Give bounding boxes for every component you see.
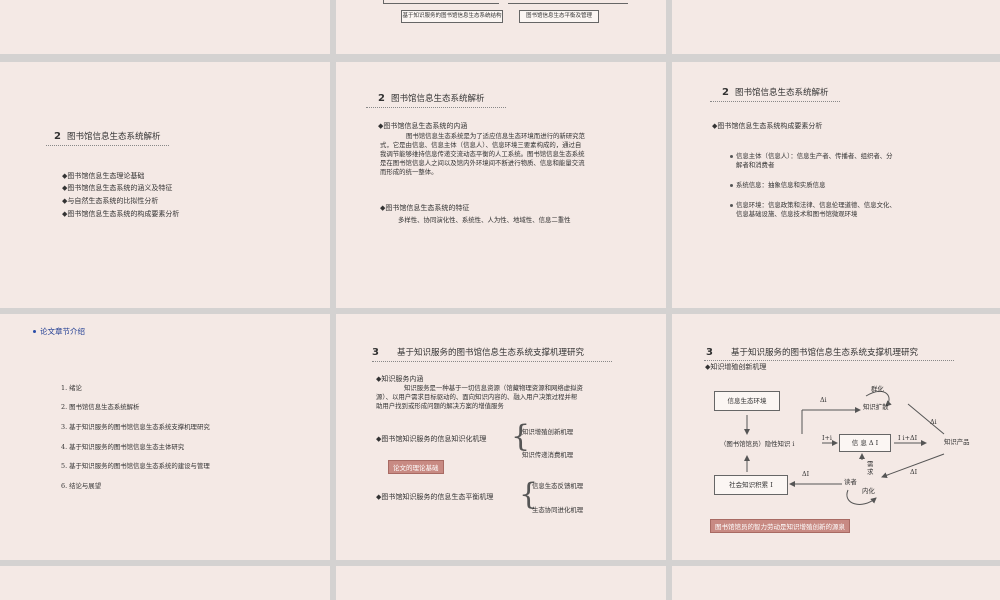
delta-i-right-label: Δi bbox=[930, 418, 937, 426]
features-text: 多样性、协同演化性、系统性、人为性、地域性、信息二重性 bbox=[398, 216, 571, 224]
delta-i-top-label: Δi bbox=[820, 396, 827, 404]
slide-bottom-left[interactable] bbox=[0, 566, 330, 600]
group2-label: ◆图书馆知识服务的信息生态平衡机理 bbox=[376, 493, 494, 501]
overview-item: ◆图书馆信息生态理论基础 bbox=[62, 172, 145, 180]
overview-item: ◆图书馆信息生态系统的涵义及特征 bbox=[62, 184, 173, 192]
balance-box: 图书馆信息生态平衡及管理 bbox=[519, 10, 599, 23]
slide-top-middle[interactable]: 基于知识服务的图书馆信息生态系统结构 图书馆信息生态平衡及管理 bbox=[336, 0, 666, 54]
chapter-item: 6. 结论与展望 bbox=[61, 482, 102, 490]
slide-title: 2 图书馆信息生态系统解析 bbox=[54, 131, 161, 142]
source-note: 图书馆馆员的智力劳动是知识增殖创新的源泉 bbox=[710, 519, 850, 533]
connector-line bbox=[383, 3, 499, 4]
slide-diagram[interactable]: 3 基于知识服务的图书馆信息生态系统支撑机理研究 ◆知识增殖创新机理 信息生态环境… bbox=[672, 314, 1000, 560]
bullet-dot bbox=[730, 155, 733, 158]
slide-top-right[interactable] bbox=[672, 0, 1000, 54]
info-env-box: 信息生态环境 bbox=[714, 391, 780, 411]
social-knowledge-box: 社会知识积累 I bbox=[714, 475, 788, 495]
title-underline bbox=[366, 107, 506, 108]
delta-I-right-label: ΔI bbox=[910, 468, 918, 476]
slide-top-left[interactable] bbox=[0, 0, 330, 54]
group1-brace: { bbox=[511, 419, 531, 454]
chapter-item: 1. 绪论 bbox=[61, 384, 82, 392]
chapter-item: 4. 基于知识服务的图书馆信息生态主体研究 bbox=[61, 443, 185, 451]
meaning-heading: ◆图书馆信息生态系统的内涵 bbox=[378, 122, 468, 130]
group1-item: 知识传递消费机理 bbox=[522, 451, 574, 459]
mechanism-heading: ◆知识服务内涵 bbox=[376, 375, 424, 383]
features-heading: ◆图书馆信息生态系统的特征 bbox=[380, 204, 470, 212]
librarian-node: （图书馆馆员）隐性知识 i bbox=[720, 440, 795, 448]
slide-bottom-right[interactable] bbox=[672, 566, 1000, 600]
group2-item: 信息生态反馈机理 bbox=[532, 482, 584, 490]
bullet-dot bbox=[730, 184, 733, 187]
title-underline bbox=[710, 101, 840, 102]
reader-node: 读者 bbox=[844, 478, 857, 486]
overview-item: ◆图书馆信息生态系统的构成要素分析 bbox=[62, 210, 180, 218]
bullet-dot bbox=[33, 330, 36, 333]
slide-title: 2 图书馆信息生态系统解析 bbox=[378, 93, 485, 104]
connector-line bbox=[508, 3, 628, 4]
bullet-dot bbox=[730, 204, 733, 207]
chapter-item: 2. 图书馆信息生态系统解析 bbox=[61, 403, 140, 411]
chapters-title: 论文章节介绍 bbox=[40, 327, 85, 336]
elements-bullet: 信息主体（信息人）：信息生产者、传播者、组织者、分 解者和消费者 bbox=[736, 152, 893, 169]
structure-box: 基于知识服务的图书馆信息生态系统结构 bbox=[401, 10, 503, 23]
need-label: 需 求 bbox=[867, 460, 874, 476]
slide-meaning[interactable]: 2 图书馆信息生态系统解析 ◆图书馆信息生态系统的内涵 图书馆信息生态系统是为了适… bbox=[336, 62, 666, 308]
slide-elements[interactable]: 2 图书馆信息生态系统解析 ◆图书馆信息生态系统构成要素分析 信息主体（信息人）：… bbox=[672, 62, 1000, 308]
slide-overview[interactable]: 2 图书馆信息生态系统解析 ◆图书馆信息生态理论基础 ◆图书馆信息生态系统的涵义及… bbox=[0, 62, 330, 308]
overview-item: ◆与自然生态系统的比拟性分析 bbox=[62, 197, 159, 205]
knowledge-spread-node: 知识扩散 bbox=[863, 403, 889, 411]
chapter-item: 5. 基于知识服务的图书馆信息生态系统的建设与管理 bbox=[61, 462, 210, 470]
group2-item: 生态协同进化机理 bbox=[532, 506, 584, 514]
info-box: 信 息 Δ I bbox=[839, 434, 891, 452]
chapter-item: 3. 基于知识服务的图书馆信息生态系统支撑机理研究 bbox=[61, 423, 210, 431]
slide-title: 2 图书馆信息生态系统解析 bbox=[722, 87, 829, 98]
group1-item: 知识增殖创新机理 bbox=[522, 428, 574, 436]
title-underline bbox=[46, 145, 169, 146]
slide-title: 3 基于知识服务的图书馆信息生态系统支撑机理研究 bbox=[372, 347, 584, 358]
meaning-para: 图书馆信息生态系统是为了适应信息生态环境而进行的新研究范 式，它是由信息、信息主… bbox=[380, 132, 585, 176]
mechanism-para: 知识服务是一种基于一切信息资源（馆藏物理资源和网络虚拟资 源）、以用户需求目标驱… bbox=[376, 384, 583, 410]
delta-I-left-label: ΔI bbox=[802, 470, 810, 478]
internal-node: 内化 bbox=[862, 487, 875, 495]
group1-label: ◆图书馆知识服务的信息知识化机理 bbox=[376, 435, 487, 443]
slide-chapters[interactable]: 论文章节介绍 1. 绪论 2. 图书馆信息生态系统解析 3. 基于知识服务的图书… bbox=[0, 314, 330, 560]
i-plus-i-label: I+i bbox=[822, 434, 832, 442]
slide-bottom-middle[interactable] bbox=[336, 566, 666, 600]
knowledge-product-node: 知识产品 bbox=[944, 438, 970, 446]
group-node: 群化 bbox=[871, 385, 884, 393]
elements-bullet: 信息环境：信息政策和法律、信息伦理道德、信息文化、 信息基础设施、信息技术和图书… bbox=[736, 201, 896, 218]
theory-basis-label: 论文的理论基础 bbox=[388, 460, 444, 474]
i-plus-delta-label: I i+ΔI bbox=[898, 434, 918, 442]
slide-mechanism[interactable]: 3 基于知识服务的图书馆信息生态系统支撑机理研究 ◆知识服务内涵 知识服务是一种基… bbox=[336, 314, 666, 560]
title-underline bbox=[372, 361, 612, 362]
elements-heading: ◆图书馆信息生态系统构成要素分析 bbox=[712, 122, 823, 130]
elements-bullet: 系统信息：抽象信息和实质信息 bbox=[736, 181, 826, 189]
